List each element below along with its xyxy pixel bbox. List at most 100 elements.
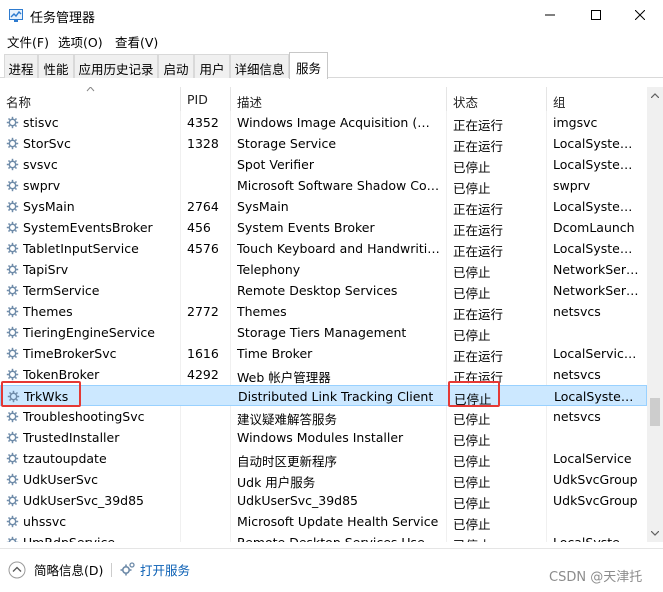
service-pid: 1616 xyxy=(187,346,219,361)
service-group: UdkSvcGroup xyxy=(553,493,638,508)
tab-strip: 进程 性能 应用历史记录 启动 用户 详细信息 服务 xyxy=(0,52,663,79)
table-row[interactable]: SystemEventsBroker 456 System Events Broke… xyxy=(0,217,647,238)
service-group: LocalSystem... xyxy=(553,199,643,214)
service-name: uhssvc xyxy=(23,514,67,529)
vertical-scrollbar[interactable] xyxy=(647,87,663,542)
sort-ascending-icon xyxy=(86,87,95,92)
table-row[interactable]: uhssvc Microsoft Update Health Service 已停止 xyxy=(0,511,647,532)
service-gear-icon xyxy=(6,368,19,381)
open-services-link[interactable]: 打开服务 xyxy=(140,560,190,579)
service-name: tzautoupdate xyxy=(23,451,107,466)
service-description: Storage Tiers Management xyxy=(237,325,407,340)
scroll-up-icon[interactable] xyxy=(651,93,659,98)
table-row[interactable]: TroubleshootingSvc 建议疑难解答服务 已停止 netsvcs xyxy=(0,406,647,427)
table-row[interactable]: TapiSrv Telephony 已停止 NetworkServ... xyxy=(0,259,647,280)
column-header-name[interactable]: 名称 xyxy=(0,87,181,111)
service-group: UdkSvcGroup xyxy=(553,472,638,487)
service-pid: 4576 xyxy=(187,241,219,256)
service-gear-icon xyxy=(6,494,19,507)
table-row[interactable]: StorSvc 1328 Storage Service 正在运行 LocalSyste… xyxy=(0,133,647,154)
service-pid: 2772 xyxy=(187,304,219,319)
tab-performance[interactable]: 性能 xyxy=(38,54,74,78)
close-icon xyxy=(635,10,645,20)
watermark-text: CSDN @天津托 xyxy=(549,570,643,585)
column-header-description[interactable]: 描述 xyxy=(231,87,447,111)
service-description: Windows Image Acquisition (WIA) xyxy=(237,115,442,130)
services-list[interactable]: 名称 PID 描述 状态 组 stisvc 4352 Windows Image A… xyxy=(0,87,647,542)
table-row[interactable]: UdkUserSvc_39d85 UdkUserSvc_39d85 已停止 UdkSv… xyxy=(0,490,647,511)
service-status: 已停止 xyxy=(453,433,491,448)
minimize-icon xyxy=(545,14,555,16)
service-gear-icon xyxy=(6,158,19,171)
service-gear-icon xyxy=(6,515,19,528)
table-row[interactable]: TimeBrokerSvc 1616 Time Broker 正在运行 LocalSer… xyxy=(0,343,647,364)
service-status: 正在运行 xyxy=(453,202,504,217)
table-row[interactable]: TrustedInstaller Windows Modules Installe… xyxy=(0,427,647,448)
table-row[interactable]: TieringEngineService Storage Tiers Manage… xyxy=(0,322,647,343)
table-row[interactable]: SysMain 2764 SysMain 正在运行 LocalSystem... xyxy=(0,196,647,217)
scroll-down-icon[interactable] xyxy=(651,531,659,536)
column-header-pid[interactable]: PID xyxy=(181,87,231,111)
service-group: LocalSystem... xyxy=(553,136,643,151)
service-status: 正在运行 xyxy=(453,139,504,154)
service-group: LocalSystem... xyxy=(553,535,643,542)
tab-app-history[interactable]: 应用历史记录 xyxy=(74,54,158,78)
task-manager-icon xyxy=(9,9,23,22)
service-pid: 2764 xyxy=(187,199,219,214)
table-row[interactable]: stisvc 4352 Windows Image Acquisition (WIA… xyxy=(0,112,647,133)
service-description: 建议疑难解答服务 xyxy=(237,412,338,427)
service-description: Web 帐户管理器 xyxy=(237,370,331,385)
service-name: StorSvc xyxy=(23,136,71,151)
maximize-button[interactable] xyxy=(573,0,619,30)
table-row[interactable]: UdkUserSvc Udk 用户服务 已停止 UdkSvcGroup xyxy=(0,469,647,490)
service-group: LocalSystem... xyxy=(553,241,643,256)
tab-details[interactable]: 详细信息 xyxy=(230,54,289,78)
tab-services[interactable]: 服务 xyxy=(289,52,328,79)
service-description: System Events Broker xyxy=(237,220,375,235)
service-pid: 4352 xyxy=(187,115,219,130)
service-group: LocalService... xyxy=(553,346,643,361)
service-name: stisvc xyxy=(23,115,59,130)
service-gear-icon xyxy=(6,116,19,129)
title-bar[interactable]: 任务管理器 xyxy=(0,0,663,30)
service-description: Themes xyxy=(237,304,287,319)
service-group: swprv xyxy=(553,178,591,193)
table-row[interactable]: TokenBroker 4292 Web 帐户管理器 正在运行 netsvcs xyxy=(0,364,647,385)
minimize-button[interactable] xyxy=(527,0,573,30)
service-description: Touch Keyboard and Handwritin... xyxy=(237,241,442,256)
service-group: LocalService xyxy=(553,451,632,466)
column-header-status[interactable]: 状态 xyxy=(447,87,547,111)
service-description: Microsoft Update Health Service xyxy=(237,514,439,529)
service-name: TimeBrokerSvc xyxy=(23,346,117,361)
service-name: TieringEngineService xyxy=(23,325,155,340)
close-button[interactable] xyxy=(617,0,663,30)
tab-users[interactable]: 用户 xyxy=(194,54,230,78)
service-description: Remote Desktop Services UserM... xyxy=(237,535,442,542)
table-row[interactable]: UmRdpService Remote Desktop Services User… xyxy=(0,532,647,542)
collapse-chevron-icon[interactable] xyxy=(8,561,26,579)
table-row[interactable]: tzautoupdate 自动时区更新程序 已停止 LocalService xyxy=(0,448,647,469)
table-row[interactable]: TabletInputService 4576 Touch Keyboard and… xyxy=(0,238,647,259)
table-row[interactable]: swprv Microsoft Software Shadow Cop... 已停止… xyxy=(0,175,647,196)
scrollbar-thumb[interactable] xyxy=(650,398,660,426)
service-gear-icon xyxy=(6,137,19,150)
table-row[interactable]: svsvc Spot Verifier 已停止 LocalSystem... xyxy=(0,154,647,175)
table-row[interactable]: TermService Remote Desktop Services 已停止 Net… xyxy=(0,280,647,301)
table-row[interactable]: TrkWks Distributed Link Tracking Client 已停… xyxy=(0,385,647,407)
service-description: Spot Verifier xyxy=(237,157,314,172)
highlight-box-service-status xyxy=(448,381,500,407)
service-name: TrustedInstaller xyxy=(23,430,120,445)
service-status: 正在运行 xyxy=(453,307,504,322)
service-description: Storage Service xyxy=(237,136,337,151)
tab-processes[interactable]: 进程 xyxy=(4,54,38,78)
tab-startup[interactable]: 启动 xyxy=(158,54,194,78)
column-header-name-label: 名称 xyxy=(6,95,32,110)
menu-options[interactable]: 选项(O) xyxy=(58,32,103,51)
column-header-group[interactable]: 组 xyxy=(547,87,647,111)
service-name: Themes xyxy=(23,304,73,319)
menu-file[interactable]: 文件(F) xyxy=(7,32,49,51)
table-row[interactable]: Themes 2772 Themes 正在运行 netsvcs xyxy=(0,301,647,322)
menu-view[interactable]: 查看(V) xyxy=(115,32,158,51)
service-description: Remote Desktop Services xyxy=(237,283,398,298)
less-details-button[interactable]: 简略信息(D) xyxy=(34,560,103,579)
